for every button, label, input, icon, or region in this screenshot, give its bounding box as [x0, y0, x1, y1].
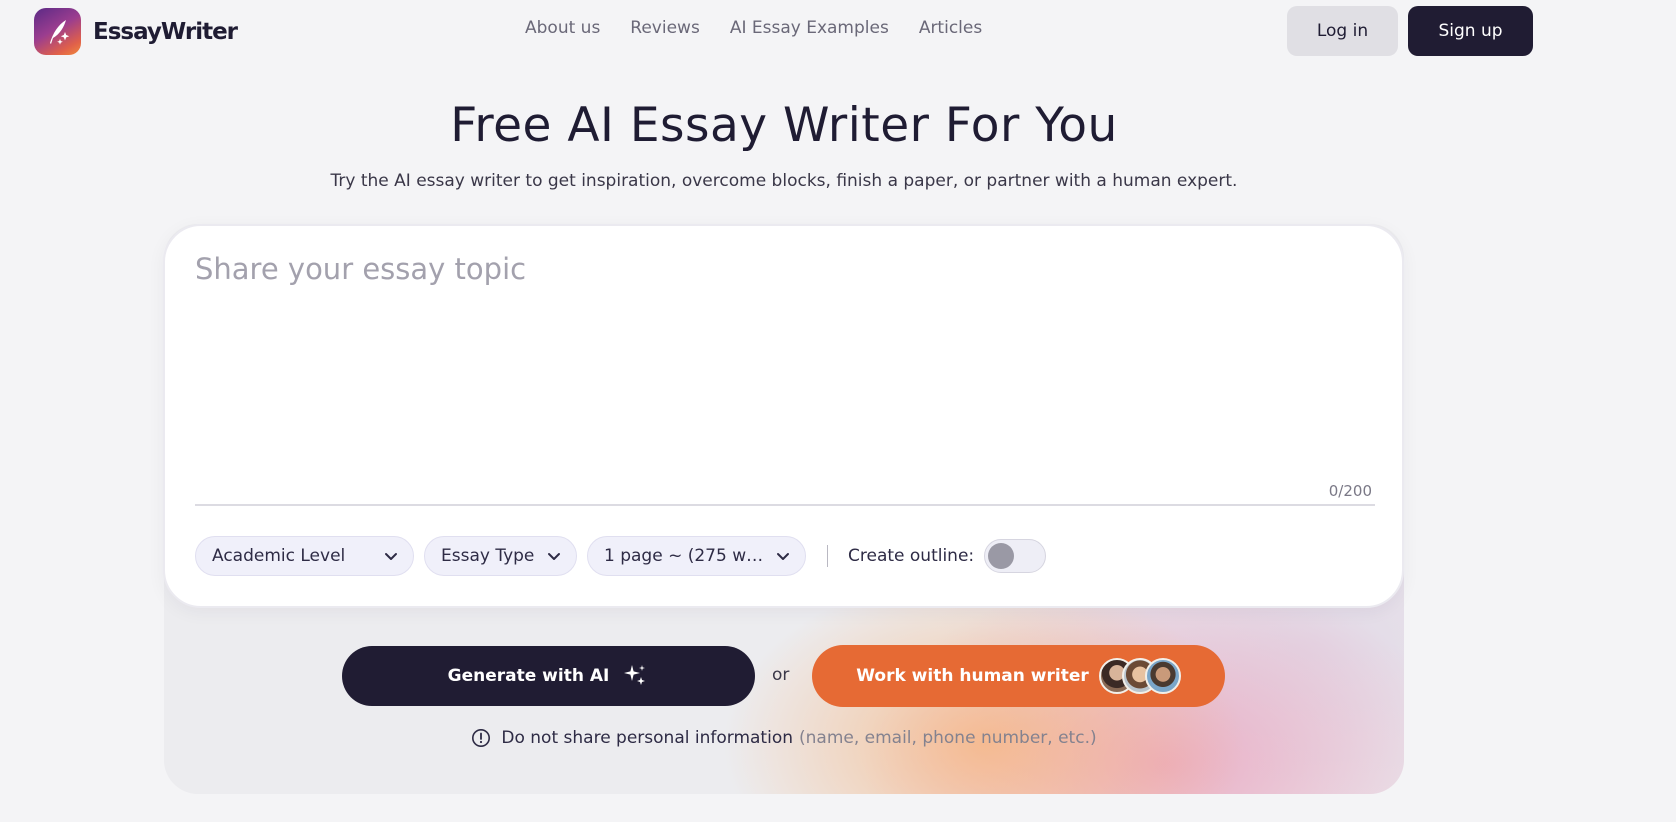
- generate-button-label: Generate with AI: [447, 666, 610, 686]
- nav-link-about-us[interactable]: About us: [525, 18, 600, 38]
- essay-options-row: Academic Level Essay Type 1 page ~ (275 …: [195, 536, 1047, 576]
- info-circle-icon: [472, 729, 491, 747]
- essay-type-label: Essay Type: [441, 546, 535, 566]
- quill-sparkle-icon: [34, 8, 81, 55]
- privacy-notice: Do not share personal information (name,…: [0, 728, 1568, 748]
- privacy-notice-detail: (name, email, phone number, etc.): [799, 728, 1097, 748]
- sparkles-icon: [624, 665, 646, 685]
- chevron-down-icon: [385, 553, 397, 560]
- options-separator: [827, 545, 828, 567]
- essay-topic-card: 0/200 Academic Level Essay Type 1 page ~…: [163, 224, 1404, 608]
- academic-level-select[interactable]: Academic Level: [195, 536, 414, 576]
- essay-topic-input[interactable]: [195, 252, 1375, 472]
- signup-button[interactable]: Sign up: [1408, 6, 1533, 56]
- page-title: Free AI Essay Writer For You: [450, 98, 1118, 153]
- nav-link-ai-essay-examples[interactable]: AI Essay Examples: [730, 18, 889, 38]
- create-outline-toggle[interactable]: [984, 539, 1047, 573]
- main-nav: About us Reviews AI Essay Examples Artic…: [525, 18, 982, 38]
- create-outline-label: Create outline:: [848, 546, 975, 566]
- login-button[interactable]: Log in: [1287, 6, 1398, 56]
- toggle-knob: [988, 543, 1015, 569]
- essay-length-select[interactable]: 1 page ~ (275 wor...: [587, 536, 806, 576]
- character-counter: 0/200: [1328, 482, 1372, 500]
- brand-logo-link[interactable]: EssayWriter: [34, 8, 238, 55]
- academic-level-label: Academic Level: [212, 546, 346, 566]
- input-divider: [195, 504, 1375, 506]
- site-header: EssayWriter About us Reviews AI Essay Ex…: [0, 0, 1676, 62]
- nav-link-reviews[interactable]: Reviews: [630, 18, 700, 38]
- chevron-down-icon: [777, 553, 789, 560]
- work-with-human-writer-button[interactable]: Work with human writer: [812, 645, 1225, 707]
- chevron-down-icon: [548, 553, 560, 560]
- writer-avatars: [1098, 658, 1181, 694]
- avatar: [1144, 658, 1181, 694]
- page-subtitle: Try the AI essay writer to get inspirati…: [330, 171, 1238, 191]
- essay-length-label: 1 page ~ (275 wor...: [604, 546, 765, 566]
- generate-with-ai-button[interactable]: Generate with AI: [342, 646, 755, 706]
- or-separator: or: [772, 665, 790, 685]
- human-writer-button-label: Work with human writer: [856, 666, 1089, 686]
- nav-link-articles[interactable]: Articles: [919, 18, 982, 38]
- privacy-notice-main: Do not share personal information: [501, 728, 793, 748]
- essay-type-select[interactable]: Essay Type: [424, 536, 577, 576]
- brand-name: EssayWriter: [93, 18, 238, 45]
